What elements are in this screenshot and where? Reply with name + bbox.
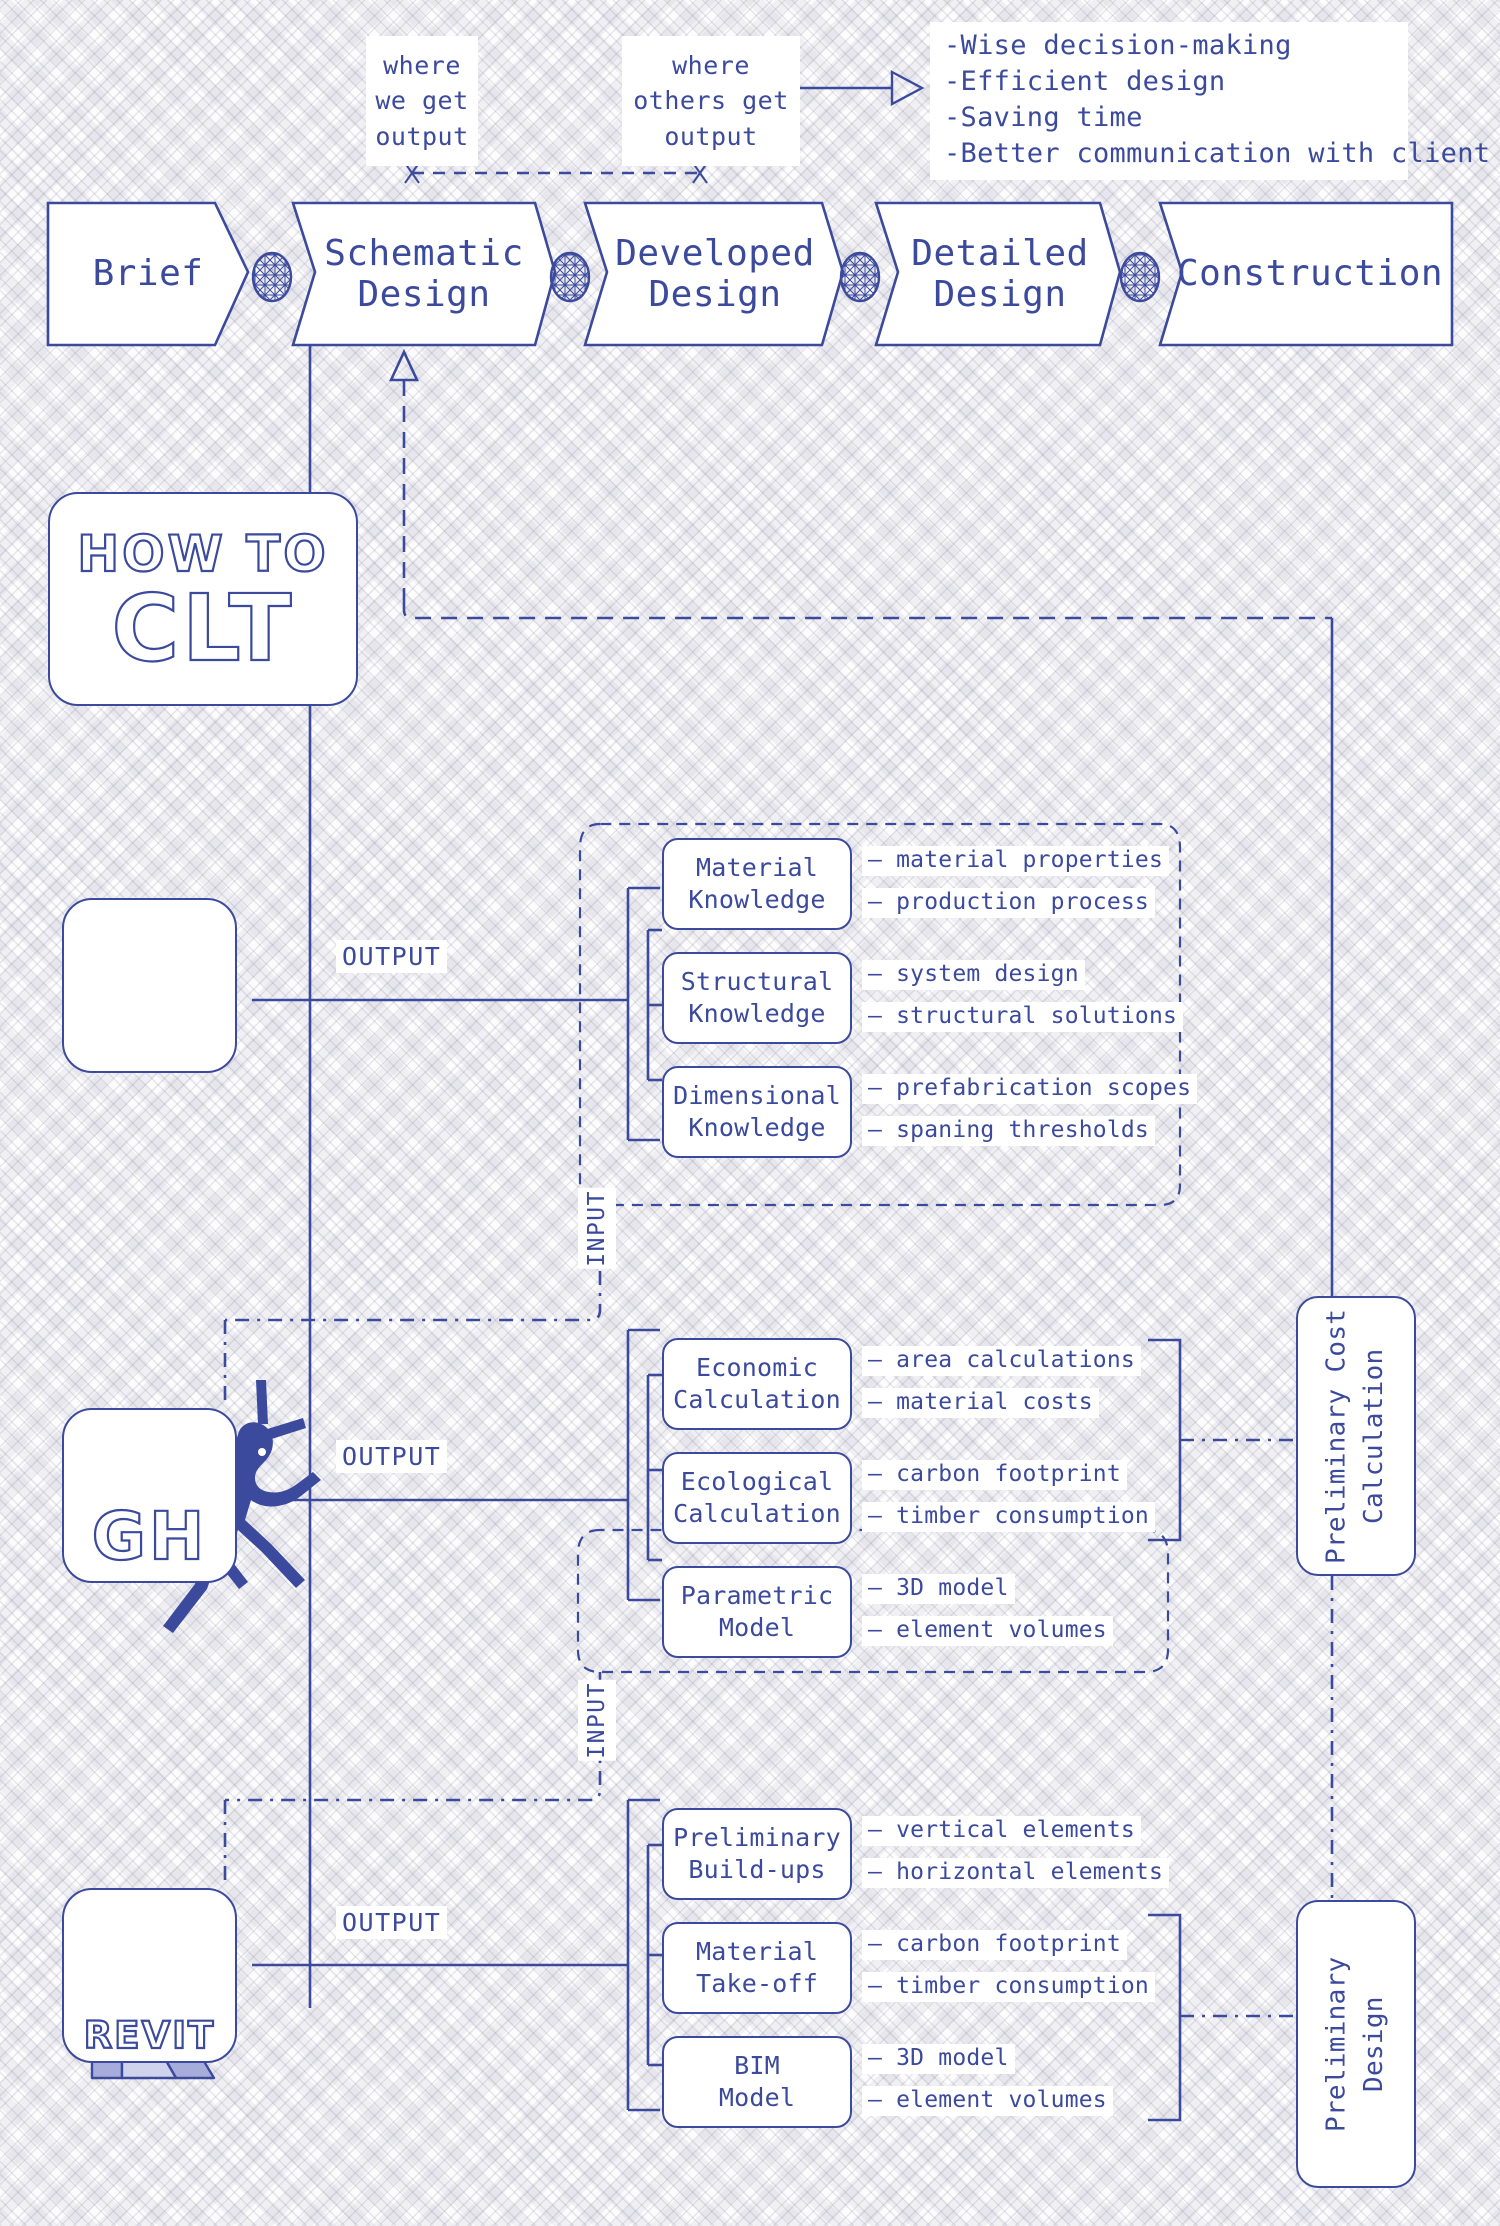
attr-material-costs: — material costs <box>862 1388 1099 1418</box>
node-economic-calculation[interactable]: Economic Calculation <box>662 1338 852 1430</box>
attr-element-volumes-gh: — element volumes <box>862 1616 1113 1646</box>
attr-prefabrication-scopes: — prefabrication scopes <box>862 1074 1198 1104</box>
node-ecological-calculation[interactable]: Ecological Calculation <box>662 1452 852 1544</box>
attr-structural-solutions: — structural solutions <box>862 1002 1184 1032</box>
node-preliminary-buildups[interactable]: Preliminary Build-ups <box>662 1808 852 1900</box>
benefit-item: -Better communication with client <box>944 137 1491 169</box>
benefits-list: -Wise decision-making -Efficient design … <box>930 22 1491 180</box>
stage-developed-design[interactable]: Developed Design <box>592 203 838 345</box>
node-structural-knowledge[interactable]: Structural Knowledge <box>662 952 852 1044</box>
result-preliminary-design[interactable]: Preliminary Design <box>1296 1900 1416 2188</box>
output-label-book: OUTPUT <box>336 940 448 973</box>
feedback-loop <box>388 348 1332 620</box>
where-notes-link <box>404 162 708 184</box>
node-material-takeoff[interactable]: Material Take-off <box>662 1922 852 2014</box>
attr-timber-consumption-gh: — timber consumption <box>862 1502 1155 1532</box>
how-to-clt-logo: HOW TO CLT <box>48 492 358 706</box>
output-label-grasshopper: OUTPUT <box>336 1440 448 1473</box>
app-box-revit[interactable]: REVIT <box>62 1888 237 2063</box>
grasshopper-label: GH <box>91 1497 208 1576</box>
input-label-book: INPUT <box>578 1188 616 1269</box>
stage-construction[interactable]: Construction <box>1168 203 1452 345</box>
attr-timber-consumption-revit: — timber consumption <box>862 1972 1155 2002</box>
result-preliminary-cost-calculation[interactable]: Preliminary Cost Calculation <box>1296 1296 1416 1576</box>
attr-carbon-footprint-revit: — carbon footprint <box>862 1930 1127 1960</box>
note-where-others-get-output: where others get output <box>622 36 800 166</box>
node-dimensional-knowledge[interactable]: Dimensional Knowledge <box>662 1066 852 1158</box>
output-label-revit: OUTPUT <box>336 1906 448 1939</box>
benefits-arrow <box>800 70 925 106</box>
attr-area-calculations: — area calculations <box>862 1346 1141 1376</box>
app-box-grasshopper[interactable]: GH <box>62 1408 237 1583</box>
app-box-book[interactable] <box>62 898 237 1073</box>
note-where-we-get-output: where we get output <box>366 36 478 166</box>
benefit-item: -Saving time <box>944 101 1143 133</box>
attr-3d-model-revit: — 3D model <box>862 2044 1015 2074</box>
attr-vertical-elements: — vertical elements <box>862 1816 1141 1846</box>
attr-material-properties: — material properties <box>862 846 1170 876</box>
input-label-grasshopper: INPUT <box>578 1680 616 1761</box>
node-parametric-model[interactable]: Parametric Model <box>662 1566 852 1658</box>
stage-detailed-design[interactable]: Detailed Design <box>884 203 1116 345</box>
node-material-knowledge[interactable]: Material Knowledge <box>662 838 852 930</box>
attr-production-process: — production process <box>862 888 1155 918</box>
node-bim-model[interactable]: BIM Model <box>662 2036 852 2128</box>
attr-system-design: — system design <box>862 960 1085 990</box>
benefit-item: -Wise decision-making <box>944 30 1292 61</box>
diagram-canvas: where we get output where others get out… <box>0 0 1500 2226</box>
attr-element-volumes-revit: — element volumes <box>862 2086 1113 2116</box>
stage-brief[interactable]: Brief <box>48 203 248 345</box>
attr-spaning-thresholds: — spaning thresholds <box>862 1116 1155 1146</box>
attr-carbon-footprint-gh: — carbon footprint <box>862 1460 1127 1490</box>
attr-3d-model-gh: — 3D model <box>862 1574 1015 1604</box>
revit-label: REVIT <box>83 2013 216 2058</box>
attr-horizontal-elements: — horizontal elements <box>862 1858 1170 1888</box>
logo-line-clt: CLT <box>111 575 295 683</box>
stage-schematic-design[interactable]: Schematic Design <box>300 203 548 345</box>
benefit-item: -Efficient design <box>944 65 1226 97</box>
